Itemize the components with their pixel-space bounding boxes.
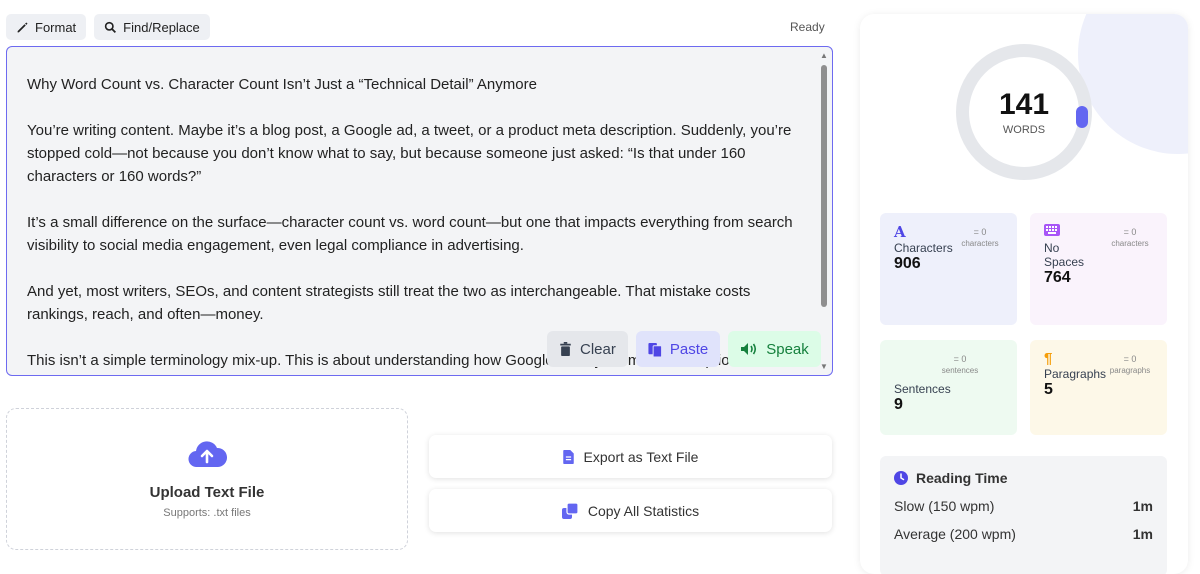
upload-dropzone[interactable]: Upload Text File Supports: .txt files (6, 408, 408, 550)
characters-target: = 0 characters (961, 227, 999, 248)
reading-row-average: Average (200 wpm) 1m (894, 526, 1153, 542)
characters-card: A = 0 characters Characters 906 (880, 213, 1017, 325)
paragraphs-card: ¶ = 0 paragraphs Paragraphs 5 (1030, 340, 1167, 435)
sentences-card: = 0 sentences Sentences 9 (880, 340, 1017, 435)
no-spaces-value: 764 (1044, 269, 1071, 286)
search-icon (104, 21, 117, 33)
copy-label: Copy All Statistics (587, 502, 700, 519)
paragraph: And yet, most writers, SEOs, and content… (27, 283, 751, 323)
reading-row-slow: Slow (150 wpm) 1m (894, 498, 1153, 514)
paragraph: Why Word Count vs. Character Count Isn’t… (27, 76, 537, 93)
paragraphs-value: 5 (1044, 381, 1053, 398)
reading-row-value: 1m (1132, 498, 1153, 514)
export-label: Export as Text File (583, 448, 699, 465)
decorative-blob (1078, 14, 1188, 154)
upload-subtitle: Supports: .txt files (163, 507, 251, 519)
sentences-target: = 0 sentences (941, 354, 979, 375)
find-replace-button[interactable]: Find/Replace (94, 14, 210, 40)
paragraphs-target: = 0 paragraphs (1109, 354, 1151, 375)
statistics-panel: 141 WORDS A = 0 characters Characters 906… (860, 14, 1188, 574)
pencil-icon (17, 21, 28, 32)
paragraph: You’re writing content. Maybe it’s a blo… (27, 122, 792, 185)
format-button[interactable]: Format (6, 14, 87, 40)
sentences-label: Sentences (894, 382, 951, 396)
sentences-value: 9 (894, 396, 903, 413)
clock-icon (894, 471, 908, 485)
copy-icon (561, 502, 578, 519)
reading-time-card: Reading Time Slow (150 wpm) 1m Average (… (880, 456, 1167, 574)
keyboard-icon (1044, 224, 1060, 236)
word-count-label: WORDS (1002, 124, 1046, 136)
reading-row-label: Average (200 wpm) (894, 526, 1016, 542)
upload-title: Upload Text File (149, 484, 265, 501)
reading-row-value: 1m (1132, 526, 1153, 542)
paragraph: It’s a small difference on the surface—c… (27, 214, 793, 254)
clear-button[interactable]: Clear (547, 331, 628, 367)
speak-button[interactable]: Speak (728, 331, 821, 367)
text-editor[interactable]: Why Word Count vs. Character Count Isn’t… (6, 46, 833, 376)
export-text-button[interactable]: Export as Text File (429, 435, 832, 478)
editor-toolbar: Format Find/Replace (6, 14, 210, 40)
word-count-value: 141 (998, 88, 1050, 121)
scroll-thumb[interactable] (821, 65, 827, 307)
copy-statistics-button[interactable]: Copy All Statistics (429, 489, 832, 532)
editor-actions: Clear Paste Speak (547, 331, 821, 367)
format-label: Format (35, 19, 77, 35)
reading-time-title: Reading Time (916, 470, 1008, 486)
reading-time-header: Reading Time (894, 470, 1153, 486)
editor-scrollbar[interactable]: ▲ ▼ (819, 51, 828, 371)
characters-value: 906 (894, 255, 921, 272)
scroll-down-icon[interactable]: ▼ (820, 362, 828, 371)
no-spaces-card: = 0 characters No Spaces 764 (1030, 213, 1167, 325)
reading-row-label: Slow (150 wpm) (894, 498, 995, 514)
trash-icon (560, 342, 571, 356)
file-icon (562, 449, 574, 464)
paste-label: Paste (669, 340, 709, 358)
speaker-icon (741, 343, 757, 355)
clear-label: Clear (580, 340, 616, 358)
paste-button[interactable]: Paste (635, 331, 721, 367)
status-text: Ready (790, 20, 825, 34)
paste-icon (648, 342, 662, 357)
scroll-up-icon[interactable]: ▲ (820, 51, 828, 60)
no-spaces-target: = 0 characters (1111, 227, 1149, 248)
cloud-upload-icon (7, 439, 407, 474)
find-replace-label: Find/Replace (123, 19, 200, 35)
speak-label: Speak (766, 340, 809, 358)
no-spaces-label: No Spaces (1044, 241, 1085, 269)
